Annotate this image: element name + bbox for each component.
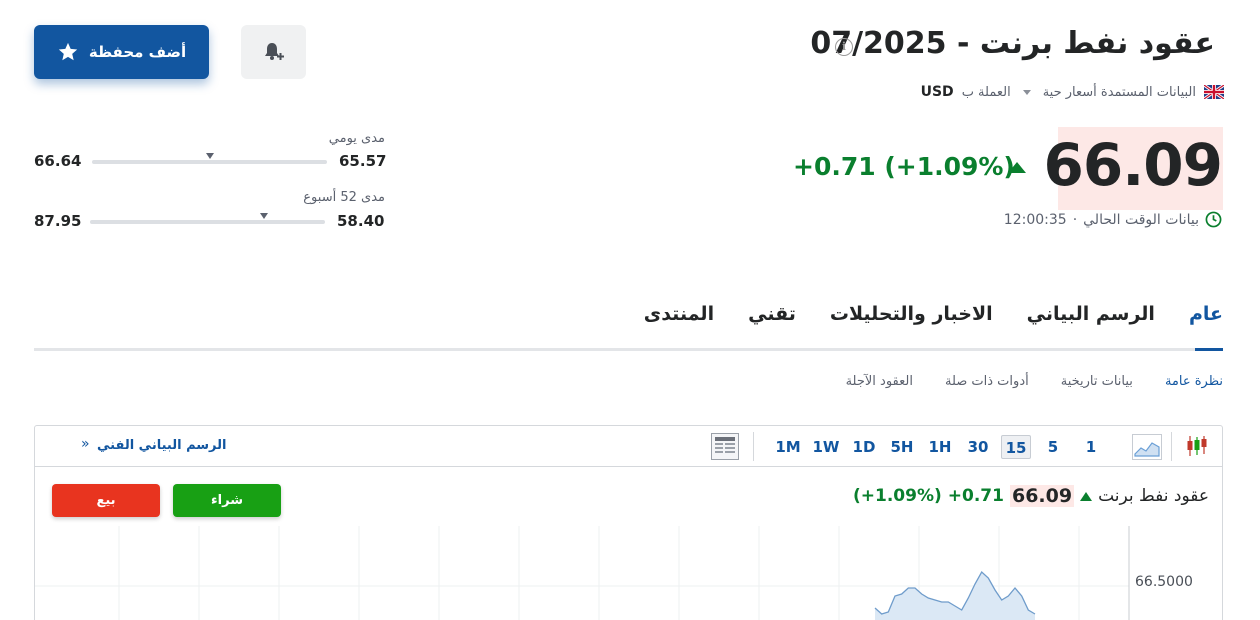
instrument-title: عقود نفط برنت - 07/2025 bbox=[810, 26, 1215, 61]
tab-forum[interactable]: المنتدى bbox=[644, 303, 714, 325]
week52-range-label: مدى 52 أسبوع bbox=[303, 190, 385, 205]
tabs-divider bbox=[34, 348, 1223, 351]
currency-value: USD bbox=[920, 84, 954, 100]
timeframe-1w[interactable]: 1W bbox=[811, 435, 841, 459]
daily-range-marker bbox=[205, 153, 214, 159]
price-area bbox=[875, 572, 1035, 620]
daily-range-label: مدى يومي bbox=[328, 131, 385, 146]
toolbar-separator bbox=[1171, 432, 1172, 461]
main-tabs: عام الرسم البياني الاخبار والتحليلات تقن… bbox=[644, 303, 1223, 325]
tab-technical[interactable]: تقني bbox=[748, 303, 796, 325]
data-source-text: البيانات المستمدة أسعار حية bbox=[1042, 84, 1196, 100]
add-alert-button[interactable] bbox=[241, 25, 306, 79]
currency-label: العملة ب bbox=[961, 84, 1011, 100]
sell-button[interactable]: بيع bbox=[52, 484, 160, 517]
timeframe-5h[interactable]: 5H bbox=[887, 435, 917, 459]
timeframe-5[interactable]: 5 bbox=[1041, 435, 1065, 459]
data-source-dropdown-caret[interactable] bbox=[1022, 89, 1031, 95]
chart-price: 66.09 bbox=[1009, 485, 1075, 507]
week52-range-low: 58.40 bbox=[337, 212, 385, 230]
timeframe-1m[interactable]: 1M bbox=[773, 435, 803, 459]
technical-chart-arrow[interactable]: » bbox=[81, 436, 90, 452]
timeframe-15[interactable]: 15 bbox=[1001, 435, 1031, 459]
star-icon bbox=[58, 42, 78, 61]
time-label: بيانات الوقت الحالي bbox=[1083, 211, 1199, 228]
table-icon[interactable] bbox=[711, 433, 739, 460]
active-tab-indicator bbox=[1195, 348, 1223, 351]
chart-panel: 1 5 15 30 1H 5H 1D 1W 1M الرسم البياني ا… bbox=[34, 425, 1223, 620]
chart-change-abs: +0.71 bbox=[947, 486, 1004, 506]
subtab-related-instruments[interactable]: أدوات ذات صلة bbox=[945, 374, 1029, 389]
add-portfolio-button[interactable]: أضف محفظة bbox=[34, 25, 209, 79]
uk-flag-icon bbox=[1204, 85, 1224, 99]
quote-time: بيانات الوقت الحالي · 12:00:35 bbox=[1004, 211, 1222, 228]
chart-toolbar: 1 5 15 30 1H 5H 1D 1W 1M الرسم البياني ا… bbox=[35, 426, 1222, 467]
daily-range-low: 65.57 bbox=[339, 152, 387, 170]
candlestick-icon[interactable] bbox=[1185, 434, 1209, 458]
chart-instrument-name: عقود نفط برنت bbox=[1098, 486, 1209, 506]
price-chart[interactable] bbox=[35, 526, 1223, 620]
info-icon[interactable]: i bbox=[835, 38, 853, 56]
daily-range-bar bbox=[92, 160, 327, 164]
buy-button[interactable]: شراء bbox=[173, 484, 281, 517]
subtab-historical-data[interactable]: بيانات تاريخية bbox=[1061, 374, 1133, 389]
time-value: 12:00:35 bbox=[1003, 211, 1067, 228]
subtab-futures-contracts[interactable]: العقود الآجلة bbox=[846, 374, 913, 389]
timeframe-30[interactable]: 30 bbox=[963, 435, 993, 459]
sub-tabs: نظرة عامة بيانات تاريخية أدوات ذات صلة ا… bbox=[846, 374, 1223, 389]
data-source-line: البيانات المستمدة أسعار حية العملة ب USD bbox=[921, 84, 1224, 100]
timeframe-1d[interactable]: 1D bbox=[849, 435, 879, 459]
last-price: 66.09 bbox=[1043, 131, 1223, 199]
timeframe-1h[interactable]: 1H bbox=[925, 435, 955, 459]
clock-icon bbox=[1205, 211, 1222, 228]
week52-range-high: 87.95 bbox=[34, 212, 82, 230]
area-chart-icon[interactable] bbox=[1132, 434, 1162, 460]
bell-plus-icon bbox=[264, 43, 284, 60]
chart-change-pct: (+1.09%) bbox=[853, 486, 942, 506]
daily-range-high: 66.64 bbox=[34, 152, 82, 170]
tab-chart[interactable]: الرسم البياني bbox=[1027, 303, 1155, 325]
time-separator: · bbox=[1072, 211, 1078, 228]
technical-chart-link[interactable]: الرسم البياني الفني bbox=[97, 438, 226, 453]
y-axis-tick-label: 66.5000 bbox=[1135, 574, 1193, 590]
week52-range-bar bbox=[90, 220, 325, 224]
chart-header: عقود نفط برنت 66.09 +0.71 (+1.09%) bbox=[853, 485, 1209, 507]
subtab-overview[interactable]: نظرة عامة bbox=[1165, 374, 1223, 389]
toolbar-separator bbox=[753, 432, 754, 461]
tab-news-analysis[interactable]: الاخبار والتحليلات bbox=[830, 303, 993, 325]
price-change: +0.71 (+1.09%) bbox=[793, 152, 1015, 181]
week52-range-marker bbox=[259, 213, 268, 219]
add-portfolio-label: أضف محفظة bbox=[88, 43, 187, 61]
chart-up-arrow-icon bbox=[1080, 491, 1093, 501]
tab-general[interactable]: عام bbox=[1189, 303, 1223, 325]
timeframe-1[interactable]: 1 bbox=[1079, 435, 1103, 459]
